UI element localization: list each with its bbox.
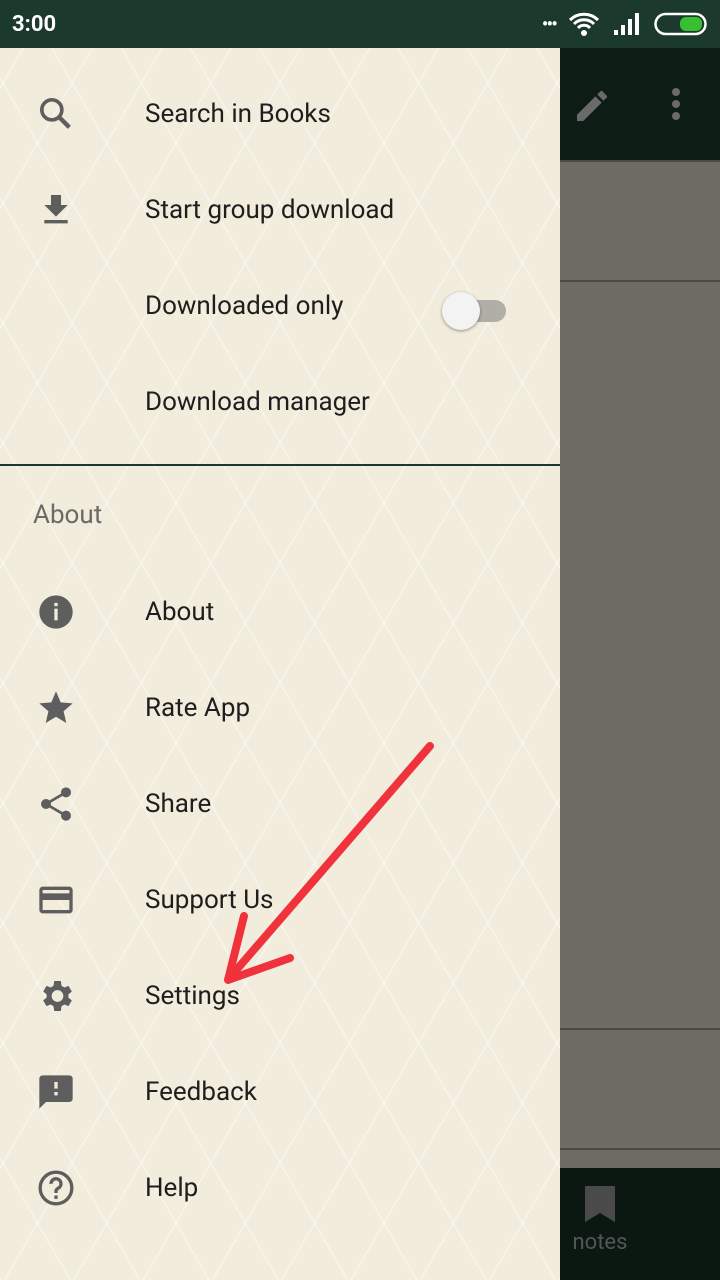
divider bbox=[560, 1148, 720, 1150]
more-options-icon[interactable] bbox=[660, 86, 692, 126]
nav-notes-label: notes bbox=[572, 1230, 628, 1255]
navigation-drawer: Search in Books Start group download Dow… bbox=[0, 48, 560, 1280]
section-title-about: About bbox=[33, 500, 103, 530]
star-icon bbox=[36, 688, 76, 728]
help-icon bbox=[36, 1168, 76, 1208]
app-bar bbox=[560, 48, 720, 160]
divider bbox=[560, 160, 720, 162]
download-icon bbox=[36, 190, 76, 230]
downloaded-only-toggle[interactable] bbox=[442, 288, 508, 330]
menu-item-about[interactable]: About bbox=[0, 564, 560, 660]
nav-notes[interactable]: notes bbox=[560, 1186, 640, 1255]
clock: 3:00 bbox=[12, 11, 57, 37]
menu-item-feedback[interactable]: Feedback bbox=[0, 1044, 560, 1140]
menu-item-search[interactable]: Search in Books bbox=[0, 66, 560, 162]
divider bbox=[0, 464, 560, 466]
share-icon bbox=[36, 784, 76, 824]
search-icon bbox=[36, 94, 76, 134]
credit-card-icon bbox=[36, 880, 76, 920]
status-bar: 3:00 ••• bbox=[0, 0, 720, 48]
divider bbox=[560, 280, 720, 282]
menu-item-support-us[interactable]: Support Us bbox=[0, 852, 560, 948]
menu-item-settings[interactable]: Settings bbox=[0, 948, 560, 1044]
battery-icon bbox=[654, 12, 707, 36]
menu-item-share[interactable]: Share bbox=[0, 756, 560, 852]
content-scrim[interactable] bbox=[560, 48, 720, 1280]
divider bbox=[560, 1028, 720, 1030]
menu-item-download-manager[interactable]: Download manager bbox=[0, 354, 560, 450]
bookmark-icon bbox=[585, 1186, 615, 1222]
menu-item-help[interactable]: Help bbox=[0, 1140, 560, 1236]
edit-icon[interactable] bbox=[572, 86, 612, 126]
more-notifications-icon: ••• bbox=[541, 12, 558, 36]
info-icon bbox=[36, 592, 76, 632]
feedback-icon bbox=[36, 1072, 76, 1112]
signal-icon bbox=[614, 13, 639, 35]
wifi-icon bbox=[568, 12, 600, 36]
menu-item-rate-app[interactable]: Rate App bbox=[0, 660, 560, 756]
gear-icon bbox=[36, 976, 76, 1016]
menu-item-group-download[interactable]: Start group download bbox=[0, 162, 560, 258]
